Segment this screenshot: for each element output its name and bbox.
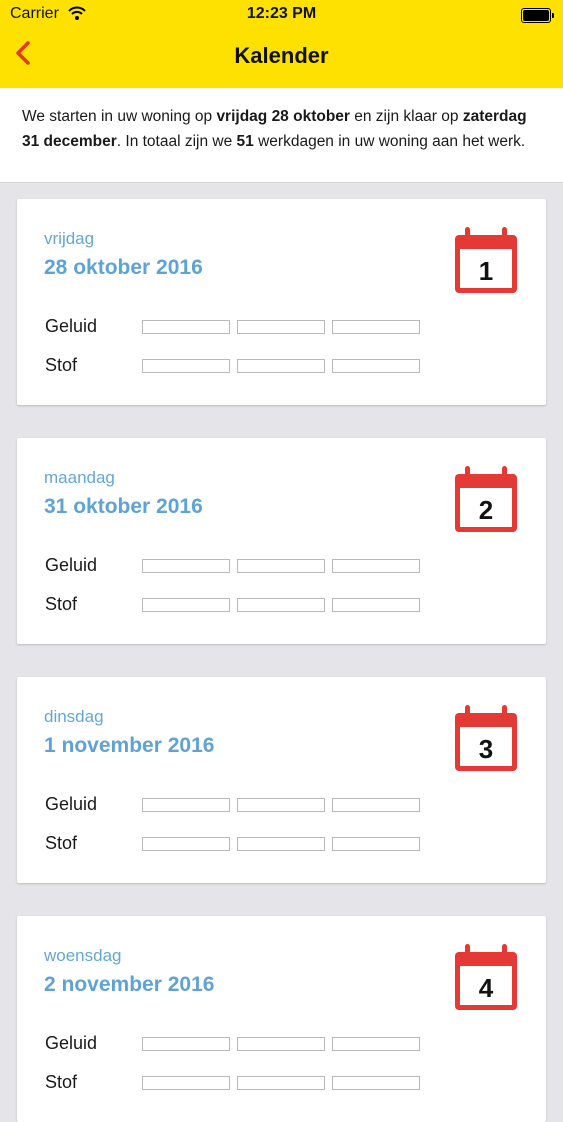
intro-start-date: vrijdag 28 oktober bbox=[216, 108, 350, 125]
dust-bar-segment bbox=[237, 1076, 325, 1090]
navigation-bar: Kalender bbox=[0, 30, 563, 88]
noise-bar-segment bbox=[142, 798, 230, 812]
noise-label: Geluid bbox=[45, 316, 98, 336]
day-card[interactable]: dinsdag 1 november 2016 Geluid Stof 3 bbox=[17, 677, 546, 883]
noise-bar-segment bbox=[237, 559, 325, 573]
status-bar: Carrier 12:23 PM bbox=[0, 0, 563, 30]
day-weekday: dinsdag bbox=[44, 707, 104, 726]
noise-bar-segment bbox=[142, 1037, 230, 1051]
top-bar: Carrier 12:23 PM Kalender bbox=[0, 0, 563, 88]
dust-bar-segment bbox=[332, 837, 420, 851]
noise-bar-segment bbox=[142, 320, 230, 334]
day-date: 2 november 2016 bbox=[44, 973, 215, 996]
intro-text-part: We starten in uw woning op bbox=[22, 108, 217, 125]
noise-bar-segment bbox=[237, 798, 325, 812]
page-title: Kalender bbox=[234, 43, 329, 68]
noise-bar-segment bbox=[142, 559, 230, 573]
noise-label: Geluid bbox=[45, 555, 98, 575]
day-card[interactable]: vrijdag 28 oktober 2016 Geluid Stof 1 bbox=[17, 199, 546, 405]
calendar-icon: 2 bbox=[455, 466, 517, 532]
noise-label: Geluid bbox=[45, 794, 98, 814]
day-weekday: woensdag bbox=[44, 946, 122, 965]
calendar-icon: 1 bbox=[455, 227, 517, 293]
noise-bar-segment bbox=[237, 320, 325, 334]
noise-bar-segment bbox=[332, 1037, 420, 1051]
intro-text-part: . In totaal zijn we bbox=[116, 133, 237, 150]
intro-text: We starten in uw woning op vrijdag 28 ok… bbox=[0, 88, 563, 183]
noise-bar-segment bbox=[332, 559, 420, 573]
day-weekday: maandag bbox=[44, 468, 115, 487]
dust-bar-segment bbox=[142, 1076, 230, 1090]
noise-label: Geluid bbox=[45, 1033, 98, 1053]
dust-label: Stof bbox=[45, 355, 78, 375]
dust-bar-segment bbox=[142, 359, 230, 373]
noise-bar-segment bbox=[237, 1037, 325, 1051]
dust-bar-segment bbox=[332, 359, 420, 373]
battery-icon bbox=[521, 8, 554, 23]
intro-text-part: en zijn klaar op bbox=[349, 108, 463, 125]
status-time: 12:23 PM bbox=[246, 5, 317, 22]
dust-bar-segment bbox=[237, 837, 325, 851]
dust-bar-segment bbox=[237, 359, 325, 373]
noise-bar-segment bbox=[332, 798, 420, 812]
day-card[interactable]: woensdag 2 november 2016 Geluid Stof 4 bbox=[17, 916, 546, 1122]
dust-label: Stof bbox=[45, 833, 78, 853]
dust-bar-segment bbox=[332, 598, 420, 612]
calendar-day-number: 1 bbox=[479, 256, 493, 286]
day-date: 31 oktober 2016 bbox=[44, 495, 203, 518]
day-card[interactable]: maandag 31 oktober 2016 Geluid Stof 2 bbox=[17, 438, 546, 644]
day-date: 1 november 2016 bbox=[44, 734, 215, 757]
dust-bar-segment bbox=[142, 837, 230, 851]
calendar-day-number: 2 bbox=[479, 495, 493, 525]
dust-bar-segment bbox=[332, 1076, 420, 1090]
calendar-icon: 3 bbox=[455, 705, 517, 771]
calendar-day-number: 3 bbox=[479, 734, 493, 764]
intro-workdays-count: 51 bbox=[236, 133, 254, 150]
dust-bar-segment bbox=[142, 598, 230, 612]
dust-bar-segment bbox=[237, 598, 325, 612]
dust-label: Stof bbox=[45, 1072, 78, 1092]
calendar-icon: 4 bbox=[455, 944, 517, 1010]
calendar-day-number: 4 bbox=[479, 973, 494, 1003]
intro-text-part: werkdagen in uw woning aan het werk. bbox=[253, 133, 526, 150]
noise-bar-segment bbox=[332, 320, 420, 334]
day-date: 28 oktober 2016 bbox=[44, 256, 203, 279]
dust-label: Stof bbox=[45, 594, 78, 614]
day-weekday: vrijdag bbox=[44, 229, 95, 248]
